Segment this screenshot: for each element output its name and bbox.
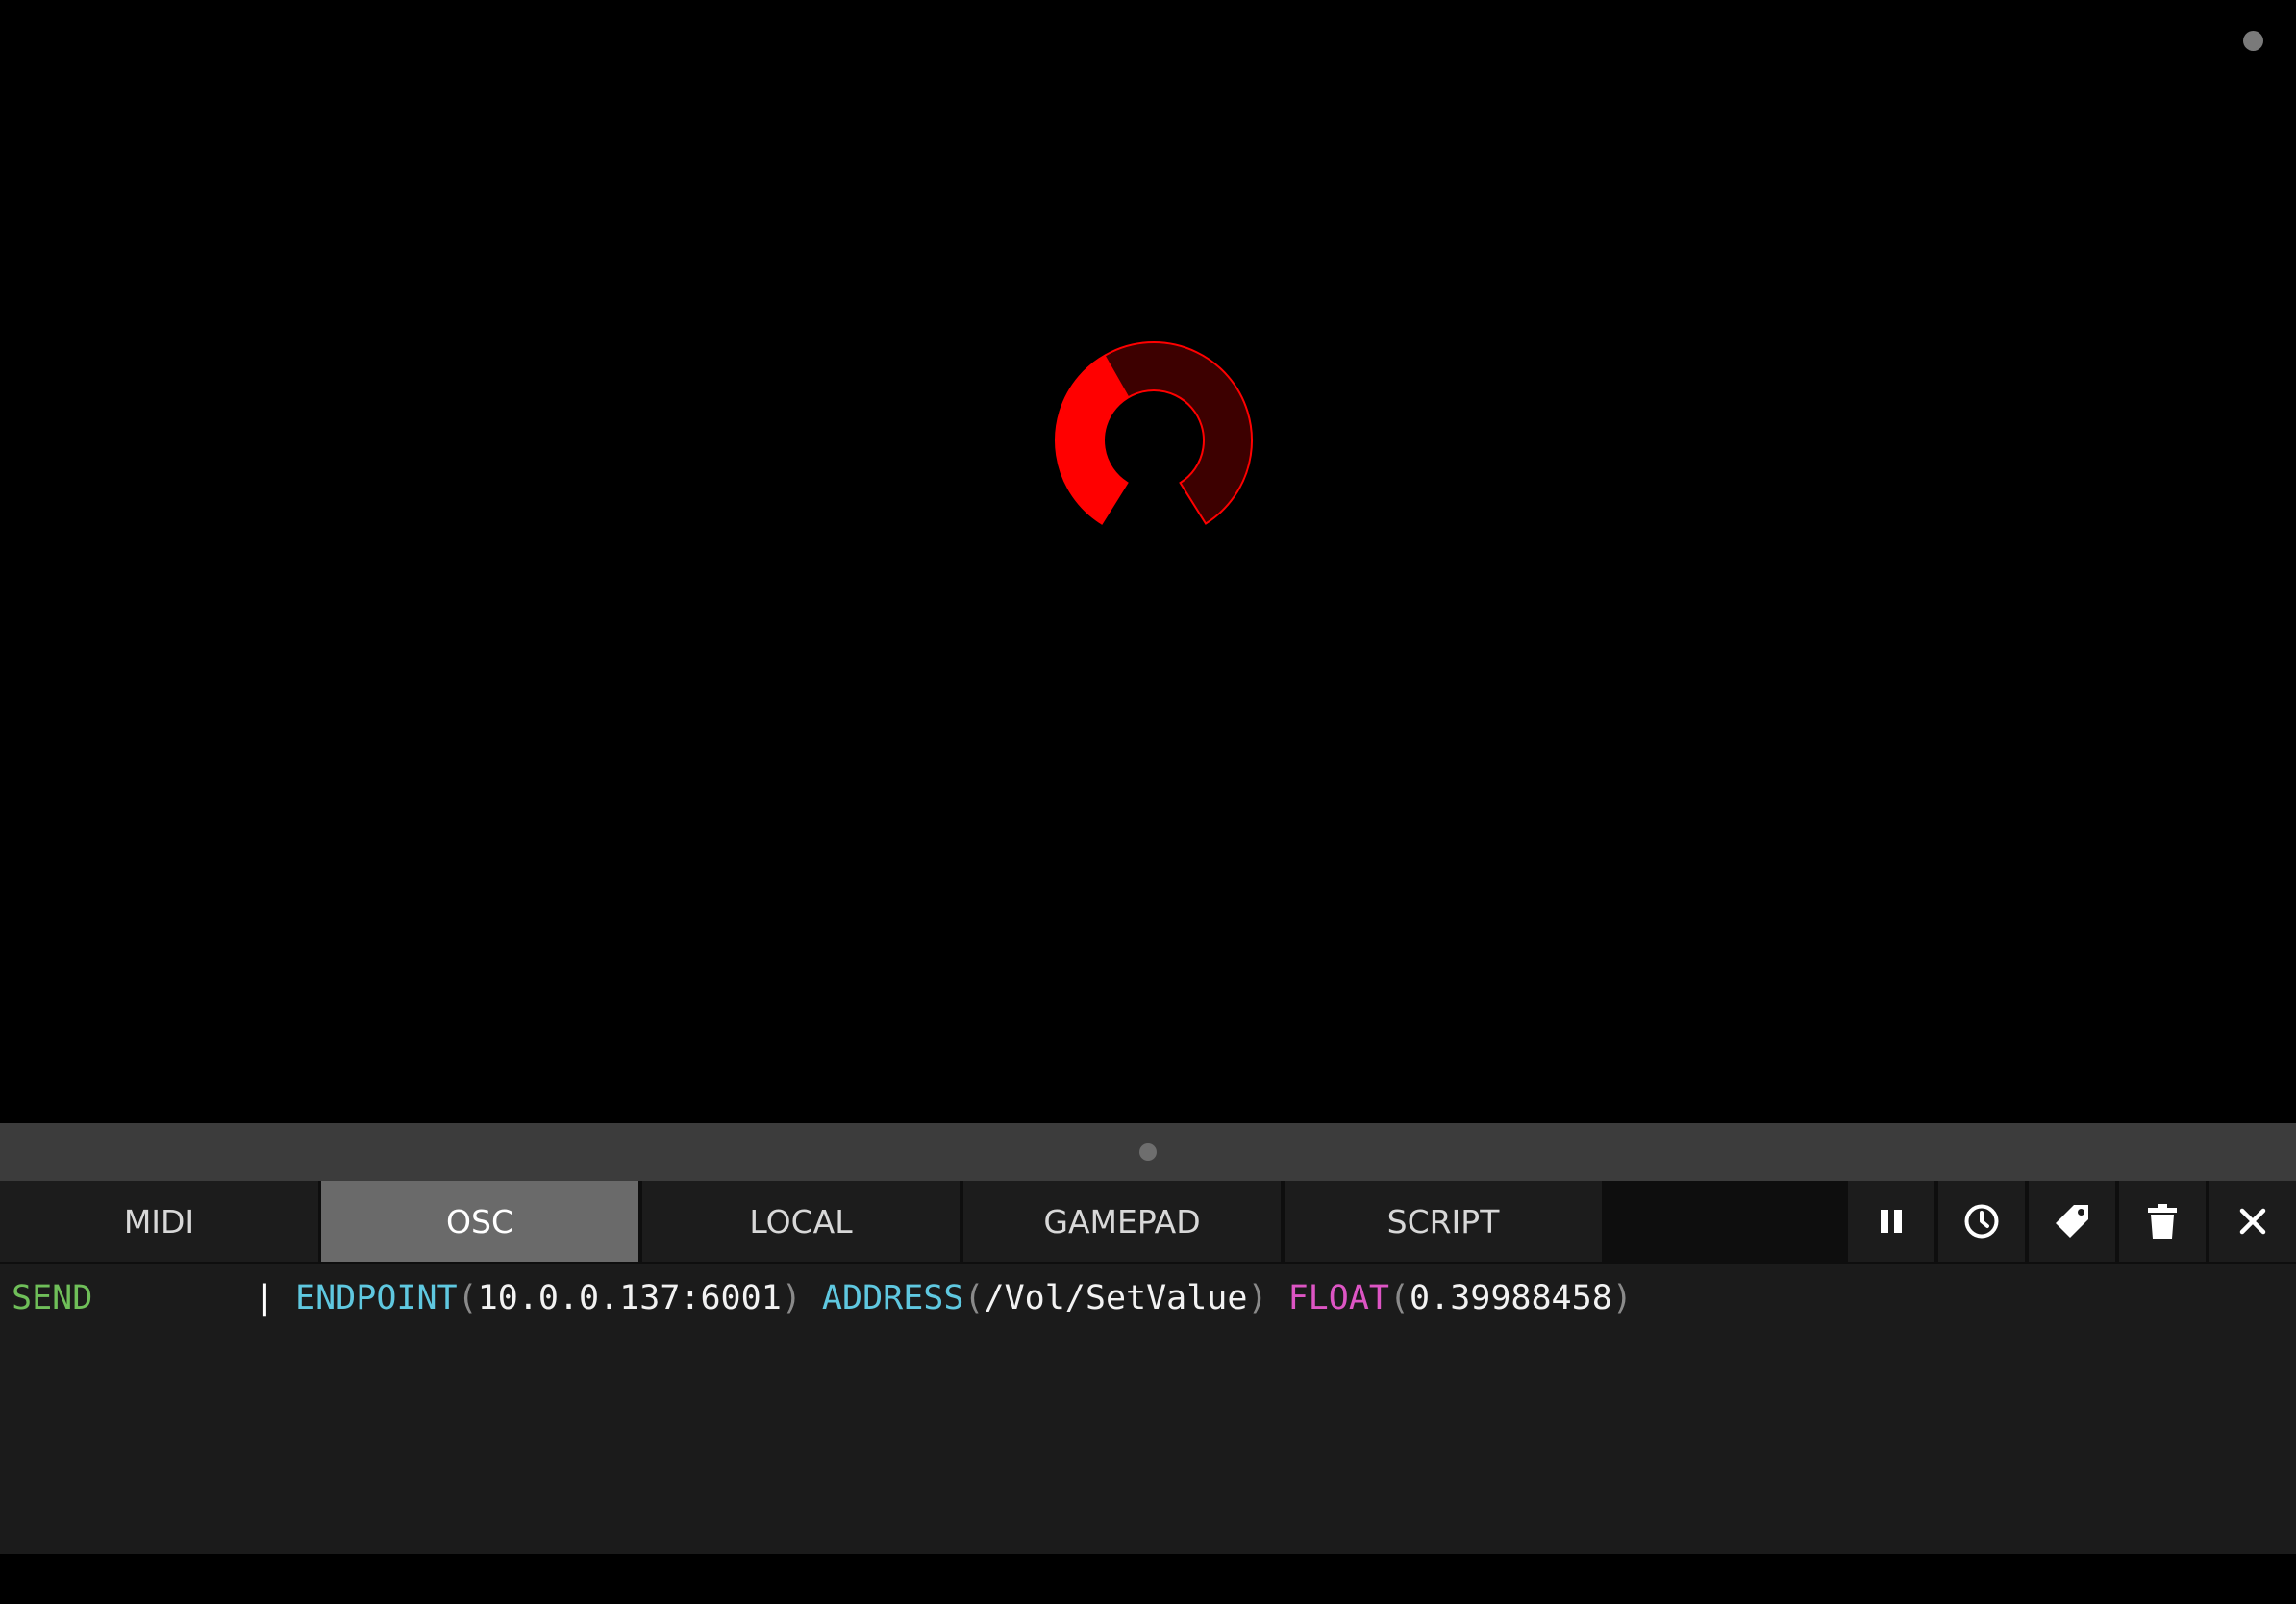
log-direction: SEND: [12, 1279, 93, 1317]
log-tab-bar: MIDI OSC LOCAL GAMEPAD SCRIPT: [0, 1181, 2296, 1264]
status-dot: [2243, 31, 2263, 51]
trash-icon: [2148, 1204, 2177, 1239]
open-paren: (: [1388, 1279, 1410, 1317]
tab-midi[interactable]: MIDI: [0, 1181, 318, 1262]
message-log[interactable]: SEND | ENDPOINT(10.0.0.137:6001) ADDRESS…: [0, 1264, 2296, 1554]
log-type-key: FLOAT: [1287, 1279, 1389, 1317]
close-paren: ): [1247, 1279, 1268, 1317]
volume-knob[interactable]: [1050, 337, 1258, 544]
clear-log-button[interactable]: [2119, 1181, 2206, 1262]
close-paren: ): [1611, 1279, 1633, 1317]
bottom-strip: [0, 1554, 2296, 1604]
control-canvas: [0, 0, 2296, 1123]
panel-splitter[interactable]: [0, 1123, 2296, 1181]
log-address-key: ADDRESS: [821, 1279, 964, 1317]
close-paren: ): [781, 1279, 802, 1317]
close-icon: [2239, 1208, 2266, 1235]
log-separator: |: [254, 1279, 275, 1317]
splitter-handle[interactable]: [1139, 1143, 1157, 1161]
tag-icon: [2056, 1205, 2088, 1238]
pause-button[interactable]: [1848, 1181, 1934, 1262]
clock-icon: [1964, 1204, 1999, 1239]
open-paren: (: [457, 1279, 478, 1317]
log-address-value: /Vol/SetValue: [984, 1279, 1248, 1317]
timestamp-button[interactable]: [1938, 1181, 2025, 1262]
app-window: MIDI OSC LOCAL GAMEPAD SCRIPT SEND | END…: [0, 0, 2296, 1604]
log-endpoint-key: ENDPOINT: [295, 1279, 458, 1317]
tag-button[interactable]: [2029, 1181, 2115, 1262]
close-log-button[interactable]: [2209, 1181, 2296, 1262]
tab-script[interactable]: SCRIPT: [1285, 1181, 1602, 1262]
log-type-value: 0.39988458: [1410, 1279, 1612, 1317]
tab-gamepad[interactable]: GAMEPAD: [963, 1181, 1281, 1262]
open-paren: (: [963, 1279, 985, 1317]
tab-local[interactable]: LOCAL: [642, 1181, 960, 1262]
pause-icon: [1881, 1210, 1902, 1233]
tab-osc[interactable]: OSC: [321, 1181, 638, 1262]
log-entry: SEND | ENDPOINT(10.0.0.137:6001) ADDRESS…: [12, 1273, 1633, 1323]
log-endpoint-value: 10.0.0.137:6001: [477, 1279, 782, 1317]
